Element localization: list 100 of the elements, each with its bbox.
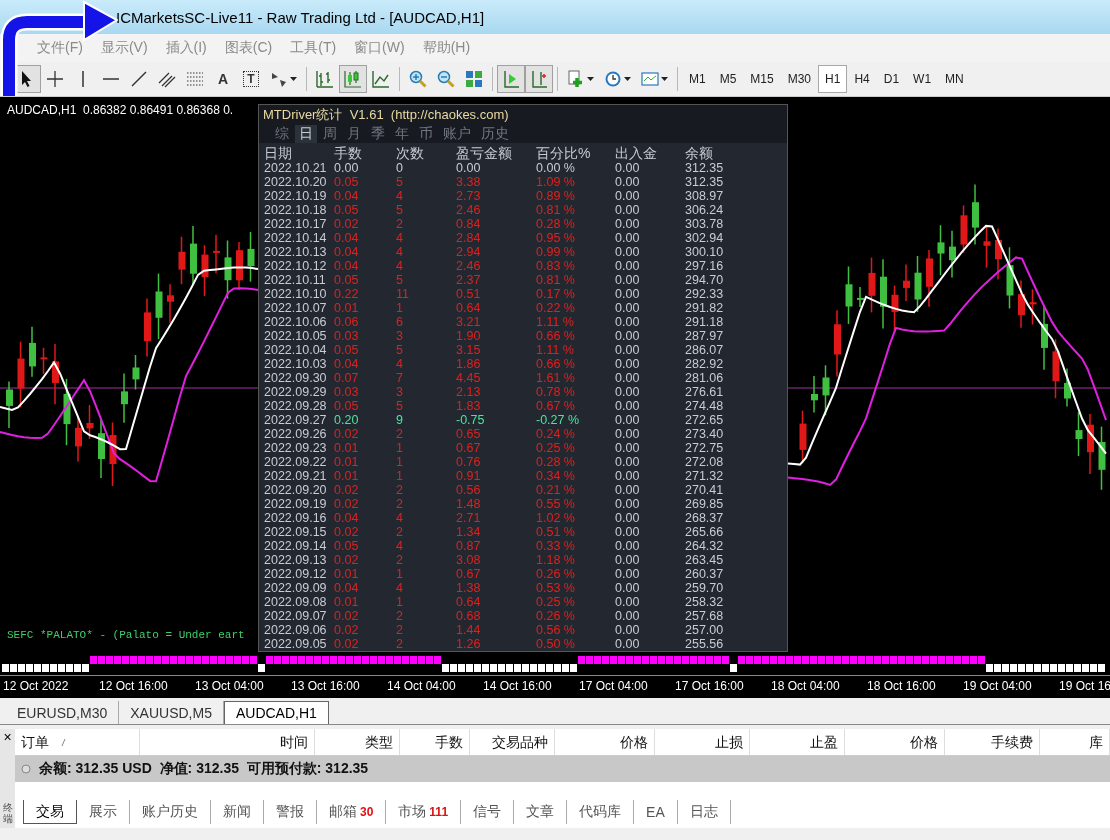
period-tab[interactable]: 年 [391,125,413,143]
timeframe-button[interactable]: M5 [712,65,744,93]
candlestick [52,343,59,405]
table-cell-text: 1 [396,595,404,609]
candlestick [983,225,991,269]
period-tab[interactable]: 周 [319,125,341,143]
sort-icon [61,738,66,746]
table-cell-text: 2.84 [456,231,482,245]
terminal-tab[interactable]: 信号 [461,800,515,824]
table-cell-text: 0.00 % [536,161,576,175]
column-header[interactable]: 价格 [845,729,945,755]
candlestick [17,340,25,409]
column-header[interactable]: 手数 [400,729,470,755]
period-tab[interactable]: 账户 [439,125,475,143]
candlestick [822,364,830,417]
candlestick [880,258,887,330]
period-tab[interactable]: 季 [367,125,389,143]
table-cell-text: 0.00 [615,539,641,553]
timeframe-button[interactable]: H4 [847,65,877,93]
terminal-tab[interactable]: 日志 [677,800,731,824]
chart-tab[interactable]: XAUUSD,M5 [119,701,224,724]
terminal-tab[interactable]: 警报 [264,800,317,824]
column-header[interactable]: 价格 [555,729,655,755]
table-cell-text: 2022.09.28 [264,399,328,413]
table-cell-text: 0.00 [615,595,641,609]
table-cell-text: 0.04 [334,231,360,245]
terminal-tab[interactable]: 文章 [514,800,568,824]
column-header[interactable]: 时间 [140,729,315,755]
column-header[interactable]: 类型 [315,729,400,755]
terminal-tab[interactable]: 交易 [23,800,77,824]
document-plus-icon [567,70,585,88]
candlestick [995,227,1002,281]
table-cell-text: 0.00 [615,609,641,623]
column-header[interactable]: 止盈 [750,729,845,755]
table-cell-text: 0.04 [334,259,360,273]
column-header[interactable]: 库 [1040,729,1110,755]
table-cell-text: 0.83 % [536,259,576,273]
text-label-button[interactable]: T [237,65,265,93]
table-cell-text: 0.64 [456,595,482,609]
timeframe-button[interactable]: M15 [743,65,781,93]
table-cell-text: 0.02 [334,609,360,623]
chart-tab[interactable]: AUDCAD,H1 [223,701,329,724]
terminal-tab[interactable]: 市场 111 [386,800,462,824]
text-tool-button[interactable]: A [209,65,237,93]
period-tab[interactable]: 币 [415,125,437,143]
timeframe-button[interactable]: M30 [780,65,819,93]
terminal-tab[interactable]: 展示 [77,800,130,824]
table-cell-text: 0.00 [615,413,641,427]
table-cell-text: 0.07 [334,371,360,385]
period-tab[interactable]: 月 [343,125,365,143]
timeframe-button[interactable]: MN [938,65,971,93]
table-cell-text: 2022.09.15 [264,525,328,539]
terminal-tab[interactable]: 账户历史 [130,800,211,824]
period-tab[interactable]: 历史 [477,125,513,143]
count-label: 30 [360,805,374,819]
table-cell-text: 0.00 [615,637,641,651]
time-axis-label: 14 Oct 04:00 [387,678,457,695]
column-header: 次数 [396,145,425,161]
table-cell-text: 0.02 [334,217,360,231]
candlestick [1098,425,1106,491]
terminal-tab[interactable]: EA [634,800,678,824]
timeframe-button[interactable]: M1 [682,65,713,93]
column-header[interactable]: 订单 [15,729,140,755]
table-cell-text: 0.00 [615,189,641,203]
close-button[interactable]: × [3,729,12,745]
balance-summary: 余额: 312.35 USD 净值: 312.35 可用预付款: 312.35 [39,760,369,778]
table-cell-text: 1.48 [456,497,482,511]
table-cell-text: 0.20 [334,413,360,427]
table-cell-text: 0.00 [615,175,641,189]
terminal-tab[interactable]: 新闻 [211,800,264,824]
time-axis-label: 12 Oct 2022 [3,678,70,695]
column-header[interactable]: 交易品种 [470,729,555,755]
clock-icon [604,70,622,88]
table-cell-text: 0.21 % [536,483,576,497]
table-cell-text: 0.00 [615,427,641,441]
terminal-tab[interactable]: 代码库 [567,800,635,824]
table-cell-text: 2022.09.06 [264,623,328,637]
bar-chart-icon [316,70,334,88]
table-cell-text: 0.17 % [536,287,576,301]
dotted-lines-icon [186,70,204,88]
table-cell-text: 5 [396,399,404,413]
table-cell-text: 0.04 [334,245,360,259]
timeframe-button[interactable]: H1 [818,65,848,93]
timeframe-button[interactable]: D1 [876,65,907,93]
table-cell-text: 1.83 [456,399,482,413]
timeframe-button[interactable]: W1 [906,65,939,93]
candlestick-icon [344,70,362,88]
table-cell-text: 5 [396,273,404,287]
table-cell-text: 0.78 % [536,385,576,399]
period-tab[interactable]: 日 [295,125,317,143]
column-header[interactable]: 手续费 [945,729,1040,755]
period-tab[interactable]: 综 [271,125,293,143]
table-cell-text: 0.00 [456,161,482,175]
table-cell-text: 11 [396,287,410,301]
table-cell-text: 2022.10.12 [264,259,328,273]
candlestick [86,404,94,440]
table-cell-text: 0.67 [456,567,482,581]
column-header[interactable]: 止损 [655,729,750,755]
chart-tab[interactable]: EURUSD,M30 [6,701,120,724]
terminal-tab[interactable]: 邮箱 30 [317,800,387,824]
